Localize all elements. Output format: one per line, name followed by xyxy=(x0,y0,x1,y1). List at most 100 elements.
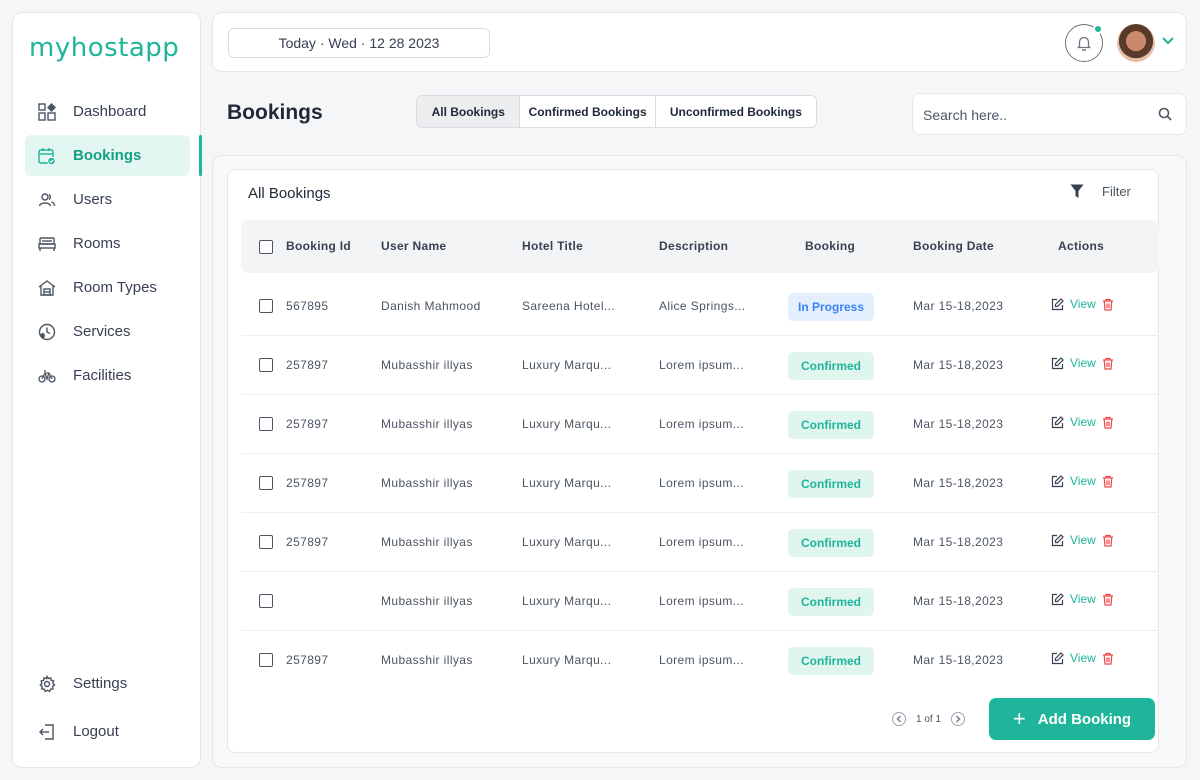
trash-icon[interactable] xyxy=(1102,593,1114,606)
cell-user-name: Mubasshir illyas xyxy=(381,358,473,372)
top-bar: Today · Wed · 12 28 2023 xyxy=(212,12,1187,72)
cell-booking-date: Mar 15-18,2023 xyxy=(913,653,1004,667)
status-badge: Confirmed xyxy=(788,588,874,616)
cell-booking-id: 257897 xyxy=(286,476,329,490)
cell-booking-date: Mar 15-18,2023 xyxy=(913,358,1004,372)
sidebar-item-rooms[interactable]: Rooms xyxy=(25,223,190,264)
table-row[interactable]: 257897 Mubasshir illyas Luxury Marqu... Lor… xyxy=(241,631,1159,690)
sidebar-item-bookings[interactable]: Bookings xyxy=(25,135,202,176)
search-input[interactable] xyxy=(923,104,1143,126)
active-indicator xyxy=(199,135,202,176)
select-all-checkbox[interactable] xyxy=(259,240,273,254)
trash-icon[interactable] xyxy=(1102,475,1114,488)
view-link[interactable]: View xyxy=(1070,474,1096,488)
sidebar-item-logout[interactable]: Logout xyxy=(25,711,190,752)
row-checkbox[interactable] xyxy=(259,417,273,431)
funnel-icon xyxy=(1070,184,1084,198)
row-checkbox[interactable] xyxy=(259,535,273,549)
view-link[interactable]: View xyxy=(1070,297,1096,311)
cell-hotel-title: Luxury Marqu... xyxy=(522,417,612,431)
table-row[interactable]: 257897 Mubasshir illyas Luxury Marqu... Lor… xyxy=(241,395,1159,454)
filter-button[interactable]: Filter xyxy=(1070,184,1131,199)
view-link[interactable]: View xyxy=(1070,651,1096,665)
cell-description: Lorem ipsum... xyxy=(659,476,744,490)
tab-confirmed-bookings[interactable]: Confirmed Bookings xyxy=(520,96,656,127)
search-icon[interactable] xyxy=(1158,107,1172,121)
cell-description: Lorem ipsum... xyxy=(659,653,744,667)
cell-booking-id: 257897 xyxy=(286,417,329,431)
cell-hotel-title: Sareena Hotel... xyxy=(522,299,616,313)
table-row[interactable]: 257897 Mubasshir illyas Luxury Marqu... Lor… xyxy=(241,454,1159,513)
cell-hotel-title: Luxury Marqu... xyxy=(522,476,612,490)
sidebar-item-services[interactable]: Services xyxy=(25,311,190,352)
avatar[interactable] xyxy=(1117,24,1155,62)
sidebar-item-label: Dashboard xyxy=(73,103,147,120)
view-link[interactable]: View xyxy=(1070,592,1096,606)
sidebar-bottom: Settings Logout xyxy=(25,663,190,759)
tab-all-bookings[interactable]: All Bookings xyxy=(417,96,521,127)
status-badge: Confirmed xyxy=(788,411,874,439)
status-badge: In Progress xyxy=(788,293,874,321)
row-checkbox[interactable] xyxy=(259,594,273,608)
cell-booking-id: 257897 xyxy=(286,653,329,667)
sidebar-item-label: Room Types xyxy=(73,279,157,296)
pagination: 1 of 1 xyxy=(892,712,966,726)
users-icon xyxy=(37,190,57,210)
table-row[interactable]: Mubasshir illyas Luxury Marqu... Lorem ips… xyxy=(241,572,1159,631)
chevron-down-icon[interactable] xyxy=(1160,33,1176,49)
sidebar-item-settings[interactable]: Settings xyxy=(25,663,190,704)
trash-icon[interactable] xyxy=(1102,357,1114,370)
sidebar-item-label: Services xyxy=(73,323,131,340)
trash-icon[interactable] xyxy=(1102,534,1114,547)
plus-icon: + xyxy=(1012,706,1026,731)
next-page-button[interactable] xyxy=(951,712,966,726)
sidebar-item-users[interactable]: Users xyxy=(25,179,190,220)
date-display[interactable]: Today · Wed · 12 28 2023 xyxy=(228,28,490,58)
cell-description: Lorem ipsum... xyxy=(659,417,744,431)
view-link[interactable]: View xyxy=(1070,356,1096,370)
sidebar-item-facilities[interactable]: Facilities xyxy=(25,355,190,396)
cell-booking-id: 257897 xyxy=(286,358,329,372)
column-header-actions: Actions xyxy=(1058,239,1105,253)
table-row[interactable]: 257897 Mubasshir illyas Luxury Marqu... Lor… xyxy=(241,513,1159,572)
edit-icon[interactable] xyxy=(1051,297,1064,311)
trash-icon[interactable] xyxy=(1102,298,1114,311)
trash-icon[interactable] xyxy=(1102,652,1114,665)
view-link[interactable]: View xyxy=(1070,533,1096,547)
view-link[interactable]: View xyxy=(1070,415,1096,429)
edit-icon[interactable] xyxy=(1051,415,1064,429)
bicycle-icon xyxy=(37,366,57,386)
table-row[interactable]: 257897 Mubasshir illyas Luxury Marqu... Lor… xyxy=(241,336,1159,395)
chevron-right-icon xyxy=(956,715,961,723)
calendar-check-icon xyxy=(37,146,57,166)
row-checkbox[interactable] xyxy=(259,476,273,490)
row-checkbox[interactable] xyxy=(259,358,273,372)
cell-user-name: Mubasshir illyas xyxy=(381,476,473,490)
edit-icon[interactable] xyxy=(1051,474,1064,488)
notifications-button[interactable] xyxy=(1065,24,1103,62)
card-title: All Bookings xyxy=(248,185,331,202)
bed-icon xyxy=(37,234,57,254)
sidebar-item-label: Users xyxy=(73,191,113,208)
edit-icon[interactable] xyxy=(1051,533,1064,547)
sidebar-item-room-types[interactable]: Room Types xyxy=(25,267,190,308)
cell-user-name: Mubasshir illyas xyxy=(381,594,473,608)
edit-icon[interactable] xyxy=(1051,592,1064,606)
app-logo[interactable]: myhostapp xyxy=(29,33,189,69)
table-header: Booking Id User Name Hotel Title Descrip… xyxy=(241,220,1159,273)
dashboard-icon xyxy=(37,102,57,122)
bookings-card: All Bookings Filter Booking Id User Name… xyxy=(227,169,1159,753)
row-actions: View xyxy=(1051,533,1114,547)
sidebar-item-dashboard[interactable]: Dashboard xyxy=(25,91,190,132)
filter-label: Filter xyxy=(1102,184,1131,199)
edit-icon[interactable] xyxy=(1051,356,1064,370)
sidebar-item-label: Bookings xyxy=(73,147,142,164)
table-row[interactable]: 567895 Danish Mahmood Sareena Hotel... Alic… xyxy=(241,277,1159,336)
tab-unconfirmed-bookings[interactable]: Unconfirmed Bookings xyxy=(655,96,816,127)
row-checkbox[interactable] xyxy=(259,653,273,667)
add-booking-button[interactable]: + Add Booking xyxy=(989,698,1155,740)
trash-icon[interactable] xyxy=(1102,416,1114,429)
prev-page-button[interactable] xyxy=(892,712,906,726)
edit-icon[interactable] xyxy=(1051,651,1064,665)
row-checkbox[interactable] xyxy=(259,299,273,313)
